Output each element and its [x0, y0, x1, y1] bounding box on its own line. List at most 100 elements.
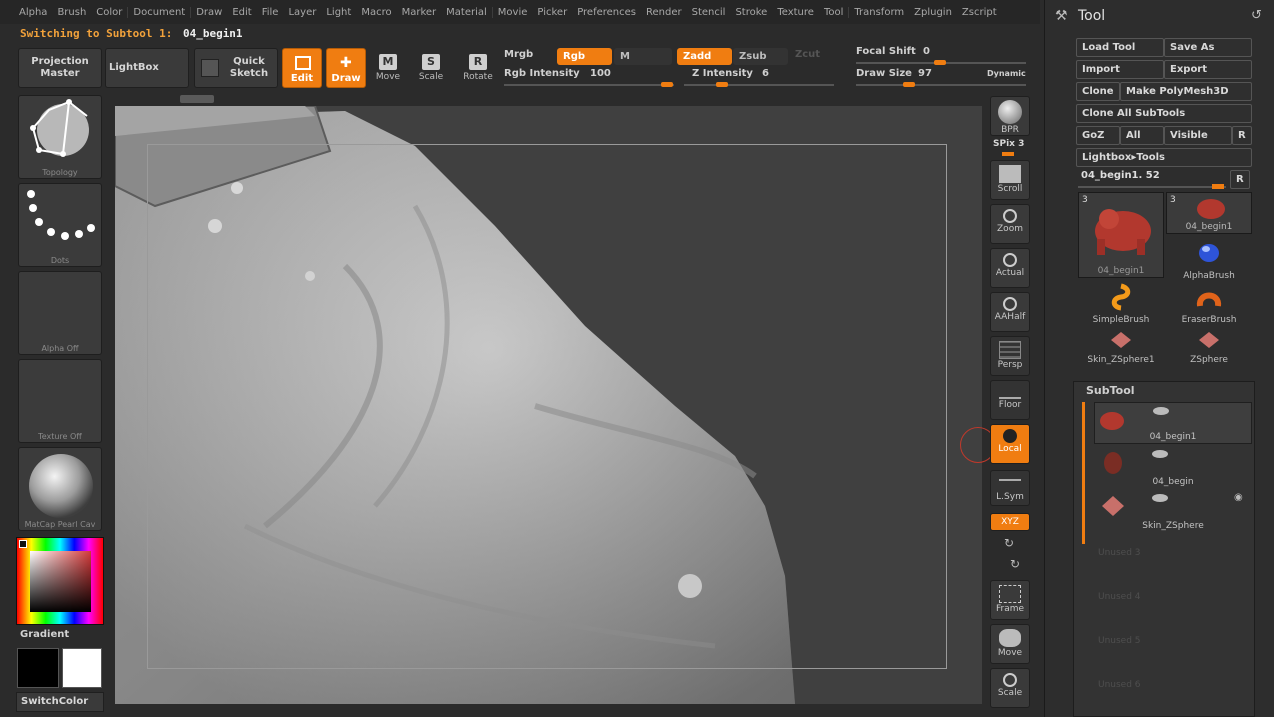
draw-button[interactable]: ✚ Draw: [326, 48, 366, 88]
tool-r-button[interactable]: R: [1230, 170, 1250, 189]
floor-button[interactable]: Floor: [990, 380, 1030, 420]
menu-tool[interactable]: Tool: [819, 7, 848, 18]
draw-size-knob[interactable]: [903, 82, 915, 87]
menu-texture[interactable]: Texture: [772, 7, 819, 18]
zadd-button[interactable]: Zadd: [677, 48, 732, 65]
rotate-axis-icon-1[interactable]: ↻: [1004, 536, 1014, 550]
rgb-intensity-slider[interactable]: [504, 84, 674, 86]
subtool-scrollbar[interactable]: [1082, 402, 1085, 544]
tool-thumb-small[interactable]: 3 04_begin1: [1166, 192, 1252, 234]
import-button[interactable]: Import: [1076, 60, 1164, 79]
projection-master-button[interactable]: Projection Master: [18, 48, 102, 88]
menu-file[interactable]: File: [257, 7, 284, 18]
subtool-unused-3[interactable]: Unused 3: [1098, 548, 1141, 558]
menu-layer[interactable]: Layer: [283, 7, 321, 18]
dots-stroke-button[interactable]: Dots: [18, 183, 102, 267]
menu-draw[interactable]: Draw: [190, 6, 227, 18]
subtool-visibility-icon-2[interactable]: [1152, 450, 1168, 458]
goz-r-button[interactable]: R: [1232, 126, 1252, 145]
quick-sketch-button[interactable]: Quick Sketch: [194, 48, 278, 88]
subtool-visibility-icon-1[interactable]: [1153, 407, 1169, 415]
zcut-button[interactable]: Zcut: [795, 49, 820, 60]
menu-render[interactable]: Render: [641, 7, 687, 18]
subtool-unused-4[interactable]: Unused 4: [1098, 592, 1141, 602]
scale-button[interactable]: S Scale: [411, 50, 451, 92]
subtool-unused-5[interactable]: Unused 5: [1098, 636, 1141, 646]
menu-document[interactable]: Document: [127, 6, 190, 18]
lightbox-tools-button[interactable]: Lightbox▸Tools: [1076, 148, 1252, 167]
move-view-button[interactable]: Move: [990, 624, 1030, 664]
menu-light[interactable]: Light: [321, 7, 356, 18]
scale-view-button[interactable]: Scale: [990, 668, 1030, 708]
menu-picker[interactable]: Picker: [532, 7, 572, 18]
menu-brush[interactable]: Brush: [52, 7, 91, 18]
simple-brush-tool[interactable]: SimpleBrush: [1078, 282, 1164, 325]
subtool-item-3[interactable]: ◉ Skin_ZSphere: [1094, 490, 1252, 532]
lightbox-button[interactable]: LightBox: [105, 48, 189, 88]
menu-edit[interactable]: Edit: [227, 7, 256, 18]
alpha-button[interactable]: Alpha Off: [18, 271, 102, 355]
gradient-label[interactable]: Gradient: [20, 629, 69, 640]
secondary-color-swatch[interactable]: [62, 648, 102, 688]
tool-slider-track[interactable]: [1078, 186, 1226, 188]
z-intensity-knob[interactable]: [716, 82, 728, 87]
save-as-button[interactable]: Save As: [1164, 38, 1252, 57]
alpha-brush-tool[interactable]: AlphaBrush: [1166, 238, 1252, 281]
lsym-button[interactable]: L.Sym: [990, 470, 1030, 506]
dynamic-toggle[interactable]: Dynamic: [987, 69, 1026, 78]
edit-button[interactable]: Edit: [282, 48, 322, 88]
mrgb-button[interactable]: Mrgb: [504, 49, 533, 60]
menu-material[interactable]: Material: [441, 7, 492, 18]
z-intensity-slider[interactable]: [684, 84, 834, 86]
tool-slider-knob[interactable]: [1212, 184, 1224, 189]
rotate-axis-icon-2[interactable]: ↻: [1010, 557, 1020, 571]
menu-macro[interactable]: Macro: [356, 7, 396, 18]
spix-label[interactable]: SPix 3: [993, 139, 1024, 149]
bpr-render-button[interactable]: BPR: [990, 96, 1030, 136]
color-picker[interactable]: [16, 537, 104, 625]
move-button[interactable]: M Move: [368, 50, 408, 92]
palette-reset-icon[interactable]: ↺: [1251, 8, 1262, 23]
clone-button[interactable]: Clone: [1076, 82, 1120, 101]
rotate-button[interactable]: R Rotate: [458, 50, 498, 92]
focal-shift-knob[interactable]: [934, 60, 946, 65]
menu-zscript[interactable]: Zscript: [957, 7, 1002, 18]
menu-transform[interactable]: Transform: [848, 6, 909, 18]
zsphere-tool[interactable]: ZSphere: [1166, 328, 1252, 365]
topology-brush-button[interactable]: Topology: [18, 95, 102, 179]
skin-zsphere1-tool[interactable]: Skin_ZSphere1: [1078, 328, 1164, 365]
persp-button[interactable]: Persp: [990, 336, 1030, 376]
xyz-button[interactable]: XYZ: [990, 513, 1030, 531]
m-button[interactable]: M: [614, 48, 672, 65]
subtool-visibility-icon-3[interactable]: [1152, 494, 1168, 502]
document-canvas[interactable]: [115, 106, 982, 704]
subtool-item-2[interactable]: 04_begin: [1094, 446, 1252, 488]
load-tool-button[interactable]: Load Tool: [1076, 38, 1164, 57]
frame-button[interactable]: Frame: [990, 580, 1030, 620]
make-polymesh-button[interactable]: Make PolyMesh3D: [1120, 82, 1252, 101]
zsub-button[interactable]: Zsub: [733, 48, 788, 65]
spix-slider-knob[interactable]: [1002, 152, 1014, 156]
subtool-unused-6[interactable]: Unused 6: [1098, 680, 1141, 690]
primary-color-swatch[interactable]: [17, 648, 59, 688]
menu-color[interactable]: Color: [91, 7, 127, 18]
draw-size-slider[interactable]: [856, 84, 1026, 86]
local-button[interactable]: Local: [990, 424, 1030, 464]
actual-button[interactable]: Actual: [990, 248, 1030, 288]
color-picker-marker[interactable]: [19, 540, 27, 548]
clone-all-subtools-button[interactable]: Clone All SubTools: [1076, 104, 1252, 123]
canvas-scroll-handle[interactable]: [180, 95, 214, 103]
scroll-button[interactable]: Scroll: [990, 160, 1030, 200]
aahalf-button[interactable]: AAHalf: [990, 292, 1030, 332]
menu-movie[interactable]: Movie: [491, 6, 533, 18]
menu-zplugin[interactable]: Zplugin: [909, 7, 957, 18]
subtool-eye-icon[interactable]: ◉: [1234, 492, 1243, 503]
menu-preferences[interactable]: Preferences: [572, 7, 641, 18]
zoom-button[interactable]: Zoom: [990, 204, 1030, 244]
eraser-brush-tool[interactable]: EraserBrush: [1166, 282, 1252, 325]
texture-button[interactable]: Texture Off: [18, 359, 102, 443]
menu-marker[interactable]: Marker: [397, 7, 442, 18]
rgb-button[interactable]: Rgb: [557, 48, 612, 65]
export-button[interactable]: Export: [1164, 60, 1252, 79]
color-picker-square[interactable]: [30, 551, 91, 612]
